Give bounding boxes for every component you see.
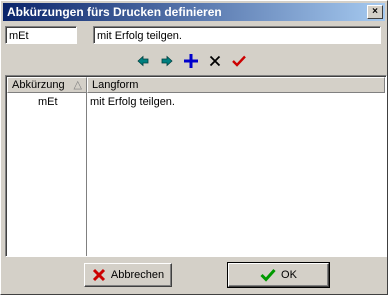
title-bar: Abkürzungen fürs Drucken definieren × <box>3 3 385 21</box>
delete-x-icon <box>209 55 221 67</box>
row-abbreviation-cell: mEt <box>38 96 58 108</box>
move-left-button[interactable] <box>134 52 152 70</box>
cancel-button[interactable]: Abbrechen <box>84 263 172 287</box>
cancel-button-label: Abbrechen <box>110 269 165 281</box>
abbreviation-input[interactable]: mEt <box>5 26 77 44</box>
plus-icon <box>184 54 198 68</box>
add-button[interactable] <box>182 52 200 70</box>
column-header-abbreviation[interactable]: Abkürzung △ <box>7 77 87 93</box>
close-icon: × <box>372 6 378 17</box>
abbreviation-list[interactable]: Abkürzung △ Langform mEt mit Erfolg teil… <box>5 75 387 257</box>
delete-button[interactable] <box>206 52 224 70</box>
column-divider <box>86 93 87 256</box>
dialog-window: Abkürzungen fürs Drucken definieren × mE… <box>0 0 388 295</box>
cancel-x-icon <box>92 268 106 282</box>
longform-input[interactable]: mit Erfolg teilgen. <box>93 26 381 44</box>
ok-button-label: OK <box>281 269 297 281</box>
ok-check-icon <box>260 268 276 282</box>
column-header-longform-label: Langform <box>92 79 139 91</box>
arrow-right-icon <box>161 55 173 67</box>
checkmark-icon <box>232 55 246 67</box>
ok-button[interactable]: OK <box>227 262 330 288</box>
column-header-longform[interactable]: Langform <box>87 77 385 93</box>
row-longform-cell: mit Erfolg teilgen. <box>90 96 175 108</box>
window-title: Abkürzungen fürs Drucken definieren <box>7 5 222 19</box>
move-right-button[interactable] <box>158 52 176 70</box>
close-button[interactable]: × <box>367 5 383 19</box>
column-header-abbreviation-label: Abkürzung <box>12 79 65 91</box>
arrow-left-icon <box>137 55 149 67</box>
confirm-button[interactable] <box>230 52 248 70</box>
sort-ascending-icon: △ <box>73 79 82 91</box>
